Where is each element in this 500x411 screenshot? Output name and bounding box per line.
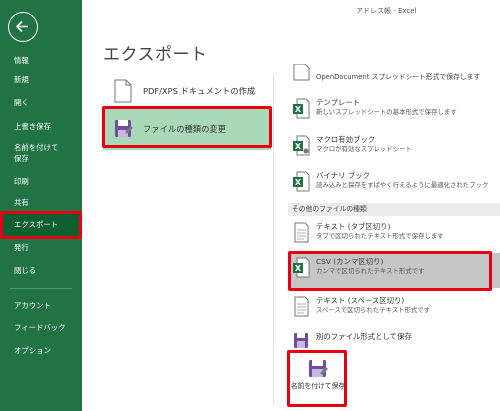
back-button[interactable] — [8, 12, 38, 42]
opendocument-icon — [293, 64, 310, 81]
filetype-other-format[interactable]: 別のファイル形式として保存 — [290, 328, 500, 350]
filetype-template-name: テンプレート — [316, 98, 361, 107]
nav-close[interactable]: 閉じる — [0, 261, 82, 281]
pdf-document-icon — [113, 79, 133, 103]
filetype-text-space[interactable]: テキスト (スペース区切り) スペースで区切られたテキスト形式です — [290, 292, 500, 330]
change-file-type-highlight — [102, 106, 272, 148]
save-as-highlight — [287, 350, 347, 407]
nav-divider — [10, 288, 72, 289]
text-file-icon — [294, 222, 309, 243]
filetype-macro-enabled[interactable]: X マクロ有効ブック マクロが有効なスプレッドシート — [290, 131, 500, 169]
filetype-template-desc: 新しいスプレッドシートの基本形式で保存します — [316, 108, 457, 116]
nav-publish[interactable]: 発行 — [0, 238, 82, 258]
filetype-binary-name: バイナリ ブック — [316, 171, 370, 180]
filetype-binary[interactable]: X バイナリ ブック 読み込みと保存をすばやく行えるように最適化されたブック — [290, 167, 500, 205]
svg-text:X: X — [295, 178, 302, 187]
nav-info[interactable]: 情報 — [0, 51, 82, 71]
filetype-opendocument-desc: OpenDocument スプレッドシート形式で保存します — [316, 73, 481, 81]
svg-text:X: X — [295, 105, 302, 114]
filetype-macro-name: マクロ有効ブック — [316, 135, 376, 144]
backstage-sidebar: 情報 新規 開く 上書き保存 名前を付けて保存 印刷 共有 エクスポート 発行 … — [0, 0, 82, 411]
nav-account[interactable]: アカウント — [0, 296, 82, 316]
nav-options[interactable]: オプション — [0, 341, 82, 361]
excel-macro-icon: X — [293, 135, 310, 156]
filetype-macro-desc: マクロが有効なスプレッドシート — [316, 145, 412, 153]
page-title: エクスポート — [103, 45, 208, 65]
nav-feedback[interactable]: フィードバック — [0, 318, 82, 338]
excel-binary-icon: X — [293, 171, 310, 192]
nav-open[interactable]: 開く — [0, 93, 82, 113]
window-title: アドレス帳 - Excel — [356, 7, 417, 15]
filetype-binary-desc: 読み込みと保存をすばやく行えるように最適化されたブック — [316, 181, 489, 189]
nav-share[interactable]: 共有 — [0, 193, 82, 213]
filetype-text-tab-desc: タブで区切られたテキスト形式で保存します — [316, 232, 444, 240]
text-file-icon — [294, 296, 309, 317]
nav-new[interactable]: 新規 — [0, 70, 82, 90]
back-arrow-icon — [15, 20, 28, 33]
filetype-text-space-name: テキスト (スペース区切り) — [316, 296, 405, 305]
other-format-icon — [294, 333, 308, 348]
filetype-template[interactable]: X テンプレート 新しいスプレッドシートの基本形式で保存します — [290, 94, 500, 132]
excel-template-icon: X — [293, 98, 310, 119]
filetype-text-space-desc: スペースで区切られたテキスト形式です — [316, 306, 431, 314]
export-nav-highlight — [0, 211, 82, 239]
panel-divider — [273, 74, 274, 404]
filetype-other-format-name: 別のファイル形式として保存 — [316, 332, 412, 341]
csv-highlight — [288, 251, 492, 291]
create-pdf-xps-label: PDF/XPS ドキュメントの作成 — [143, 86, 256, 96]
svg-text:X: X — [295, 142, 302, 151]
filetype-opendocument[interactable]: OpenDocument スプレッドシート形式で保存します — [290, 64, 500, 90]
filetype-text-tab-name: テキスト (タブ区切り) — [316, 222, 391, 231]
nav-save-as[interactable]: 名前を付けて保存 — [0, 139, 82, 167]
nav-print[interactable]: 印刷 — [0, 172, 82, 192]
nav-save[interactable]: 上書き保存 — [0, 117, 82, 137]
other-file-types-header: その他のファイルの種類 — [288, 203, 500, 216]
